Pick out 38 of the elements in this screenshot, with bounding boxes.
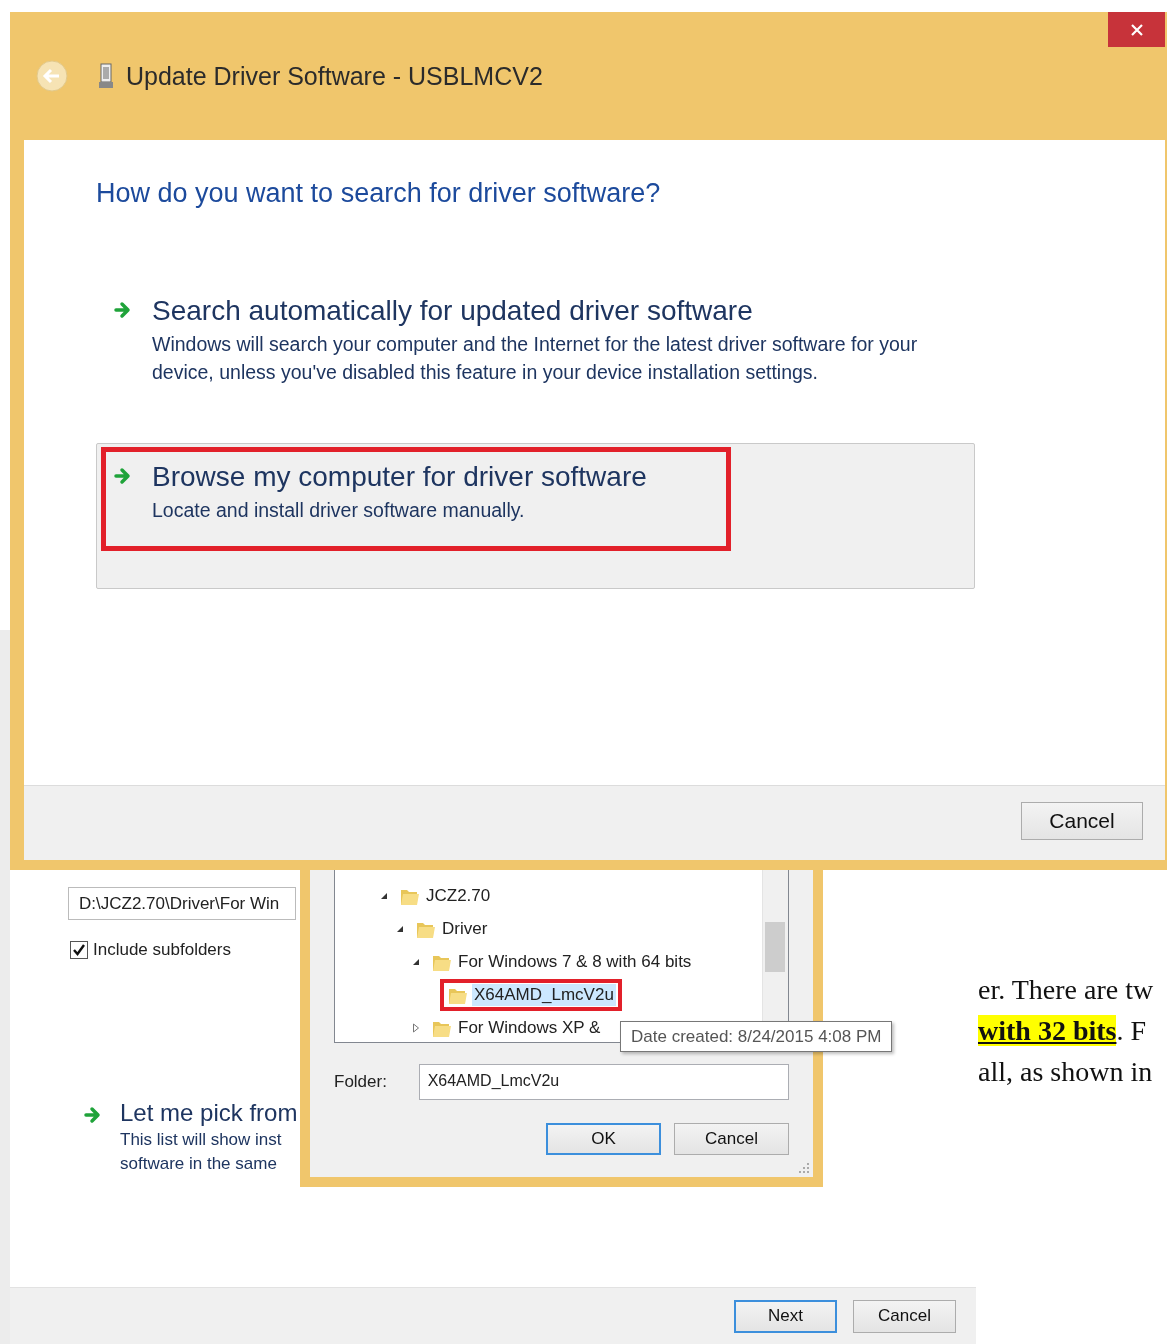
checkbox-label: Include subfolders <box>93 940 231 960</box>
button[interactable]: OK <box>546 1123 661 1155</box>
button[interactable]: Cancel <box>1021 802 1143 840</box>
tree-item[interactable]: For Windows 7 & 8 with 64 bits <box>456 950 694 973</box>
tree-item[interactable]: Driver <box>440 917 490 940</box>
option-title[interactable]: Let me pick from <box>120 1098 298 1128</box>
collapsed-arrow-icon[interactable] <box>412 1022 420 1033</box>
option-description: Locate and install driver software manually. <box>152 498 526 523</box>
tree-item[interactable]: For Windows XP & <box>456 1016 603 1039</box>
checkbox[interactable] <box>70 941 88 959</box>
document-text: with 32 bits. F <box>978 1014 1148 1048</box>
document-text: all, as shown in <box>978 1055 1154 1089</box>
window-title: Update Driver Software - USBLMCV2 <box>126 61 543 91</box>
command-link[interactable]: Browse my computer for driver software Locate and install driver software manually. <box>96 443 975 589</box>
document-text: er. There are tw <box>978 973 1154 1007</box>
field-label: Folder: <box>334 1072 388 1092</box>
folder-field[interactable]: X64AMD_LmcV2u <box>418 1064 789 1100</box>
scrollbar-thumb[interactable] <box>765 922 785 972</box>
option-title: Search automatically for updated driver software <box>152 294 754 328</box>
expanded-arrow-icon[interactable] <box>380 891 388 900</box>
resize-grip-icon <box>799 1163 809 1173</box>
close-button[interactable] <box>1108 12 1165 47</box>
button[interactable]: Next <box>734 1299 837 1333</box>
expanded-arrow-icon[interactable] <box>412 957 420 966</box>
expanded-arrow-icon[interactable] <box>396 924 404 933</box>
option-description: Windows will search your computer and the Internet for the latest driver software for your device, unless you've disabled this feature in your device installation settings. <box>152 332 919 385</box>
tooltip: Date created: 8/24/2015 4:08 PM <box>620 1021 893 1052</box>
option-title: Browse my computer for driver software <box>152 460 647 494</box>
button[interactable]: Cancel <box>674 1123 789 1155</box>
option-description: This list will show inst <box>120 1129 283 1151</box>
tree-item[interactable]: JCZ2.70 <box>424 884 493 907</box>
heading: How do you want to search for driver software? <box>96 178 662 209</box>
tree-item[interactable]: X64AMD_LmcV2u <box>472 983 616 1006</box>
option-description: software in the same <box>120 1153 278 1175</box>
close-icon <box>1129 22 1144 37</box>
usb-device-icon <box>98 63 114 89</box>
path-field[interactable]: D:\JCZ2.70\Driver\For Win <box>68 887 296 920</box>
button[interactable]: Cancel <box>853 1299 956 1333</box>
